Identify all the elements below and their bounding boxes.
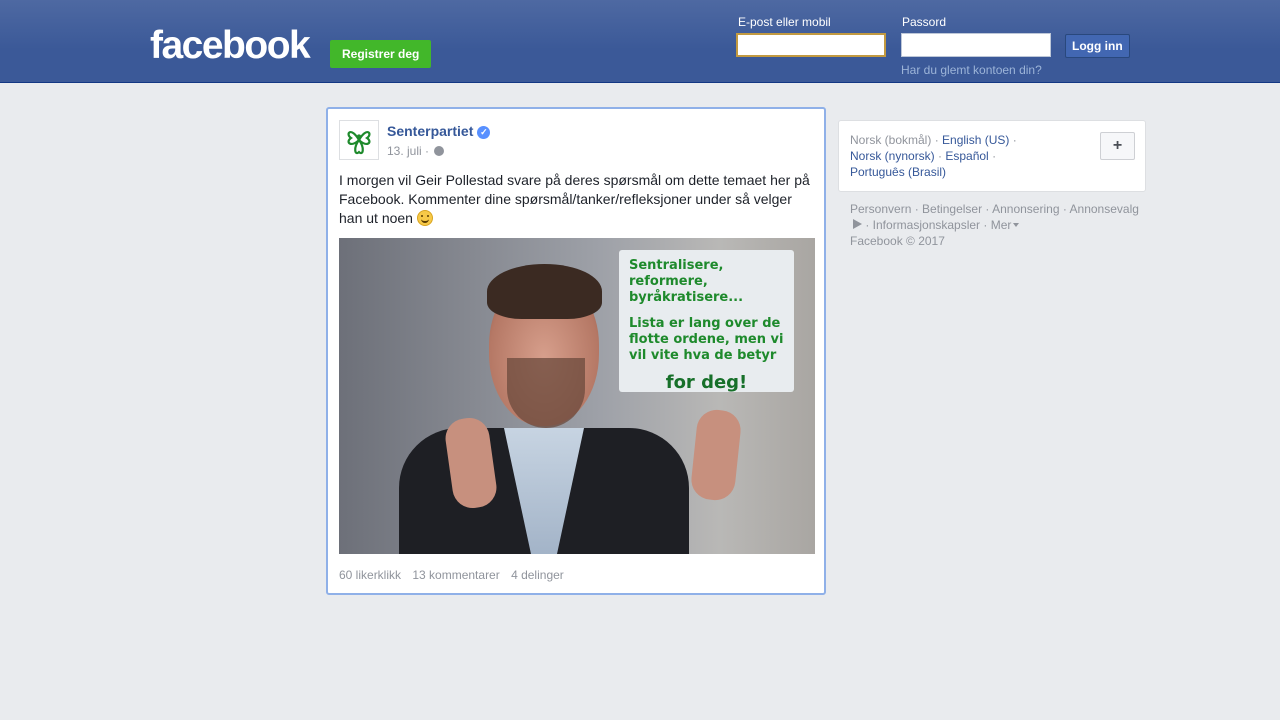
page-name-link[interactable]: Senterpartiet ✓ [387,123,491,139]
post-photo[interactable]: Sentralisere, reformere, byråkratisere..… [339,238,815,554]
email-label: E-post eller mobil [738,15,831,29]
likes-count[interactable]: 60 likerklikk [339,568,401,582]
post-date[interactable]: 13. juli [387,144,422,158]
photo-speaker-jacket [399,428,689,554]
signup-button[interactable]: Registrer deg [330,40,432,68]
footer-link-more[interactable]: Mer [991,218,1020,232]
top-bar: facebook Registrer deg E-post eller mobi… [0,0,1280,83]
footer-link-personvern[interactable]: Personvern [850,202,911,216]
language-english-us[interactable]: English (US) [942,133,1009,147]
smiley-emoji-icon [416,210,433,226]
footer-link-annonsering[interactable]: Annonsering [992,202,1059,216]
language-box: Norsk (bokmål) · English (US) · Norsk (n… [838,120,1146,192]
globe-icon [434,146,445,156]
verified-badge-icon: ✓ [477,126,491,139]
post-text: I morgen vil Geir Pollestad svare på der… [339,171,815,228]
facebook-logo[interactable]: facebook [150,26,311,66]
more-label: Mer [990,218,1012,232]
post-meta: 13. juli · [387,144,445,158]
sign-line-1: Sentralisere, reformere, byråkratisere..… [629,258,744,305]
language-current: Norsk (bokmål) [850,133,932,147]
sign-line-2: Lista er lang over de flotte ordene, men… [629,316,784,363]
comments-count[interactable]: 13 kommentarer [412,568,499,582]
forgot-account-link[interactable]: Har du glemt kontoen din? [901,63,1042,77]
annonsevalg-label: Annonsevalg [1069,202,1139,216]
email-field[interactable] [736,33,886,57]
language-espanol[interactable]: Español [945,149,988,163]
more-languages-button[interactable]: + [1100,132,1135,160]
page-name: Senterpartiet [387,123,474,139]
footer-link-informasjonskapsler[interactable]: Informasjonskapsler [873,218,980,232]
photo-speaker-hair [487,264,602,319]
post-card: Senterpartiet ✓ 13. juli · I morgen vil G… [326,107,826,595]
password-field[interactable] [901,33,1051,57]
footer-links: Personvern · Betingelser · Annonsering ·… [850,202,1139,248]
password-label: Passord [902,15,947,29]
post-stats: 60 likerklikk 13 kommentarer 4 delinger [339,568,572,582]
sign-line-3: for deg! [665,372,748,393]
adchoices-icon [853,219,862,229]
clover-logo-icon [347,131,371,155]
copyright: Facebook © 2017 [850,234,945,248]
login-button[interactable]: Logg inn [1065,34,1130,58]
footer-link-betingelser[interactable]: Betingelser [922,202,982,216]
shares-count[interactable]: 4 delinger [511,568,564,582]
caret-down-icon [1013,223,1020,227]
photo-sign: Sentralisere, reformere, byråkratisere..… [619,250,794,393]
post-body: I morgen vil Geir Pollestad svare på der… [339,172,810,226]
language-norsk-nynorsk[interactable]: Norsk (nynorsk) [850,149,935,163]
language-list: Norsk (bokmål) · English (US) · Norsk (n… [850,133,1017,179]
page-avatar[interactable] [339,120,379,160]
language-portugues-brasil[interactable]: Português (Brasil) [850,165,946,179]
